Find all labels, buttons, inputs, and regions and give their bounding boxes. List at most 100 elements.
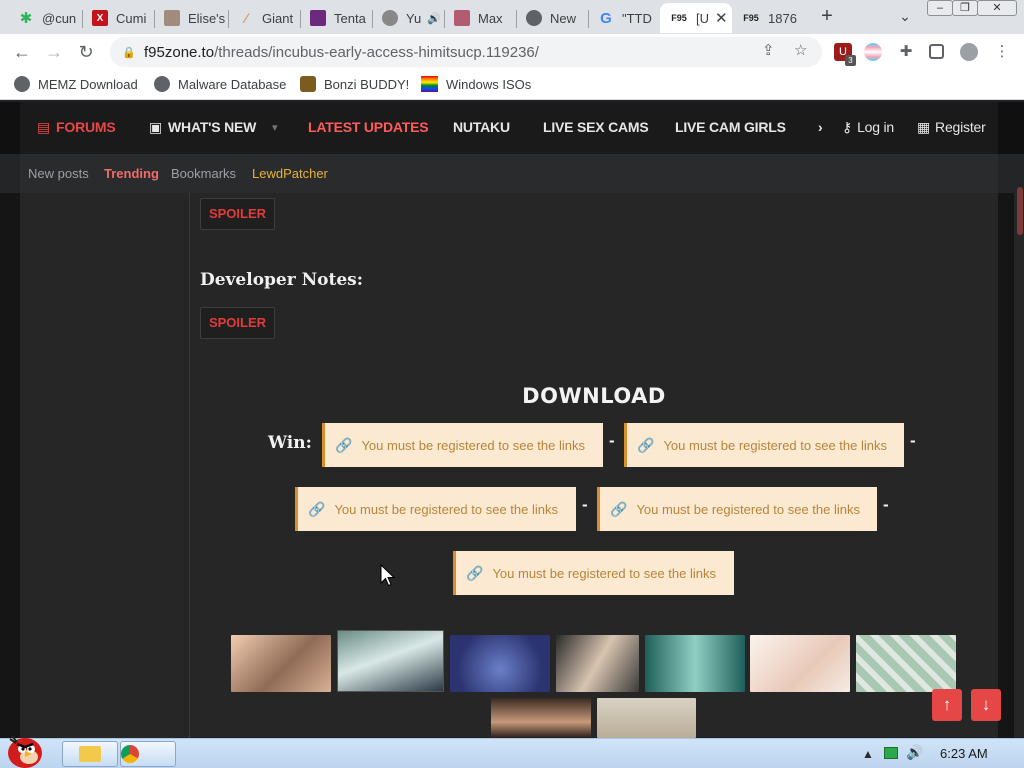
screenshot-thumbnail[interactable] xyxy=(597,698,696,738)
address-bar[interactable]: 🔒 f95zone.to/threads/incubus-early-acces… xyxy=(110,37,822,67)
post-user-sidebar xyxy=(20,193,190,738)
windows-icon xyxy=(421,76,438,92)
sub-nav-bar xyxy=(20,154,998,193)
bookmark-label: Bonzi BUDDY! xyxy=(324,76,410,92)
link-text: You must be registered to see the links xyxy=(361,437,585,453)
scroll-to-bottom-arrow-down-icon[interactable]: ↓ xyxy=(971,689,1001,721)
tab-title: [U xyxy=(696,10,709,26)
tab-title: Giant xyxy=(262,10,294,26)
tab-7[interactable]: Max xyxy=(444,3,516,33)
key-icon: ⚷ xyxy=(842,119,853,135)
folder-icon xyxy=(79,746,101,762)
sub-nav: New posts Trending Bookmarks LewdPatcher xyxy=(0,154,1024,193)
screenshot-thumbnail[interactable] xyxy=(491,698,591,738)
screenshot-thumbnail[interactable] xyxy=(645,635,745,692)
reload-icon[interactable]: ↻ xyxy=(74,40,98,64)
tab-search-chevron-icon[interactable]: ⌄ xyxy=(894,5,916,27)
thumbnail-icon xyxy=(164,10,180,26)
scroll-to-top-arrow-up-icon[interactable]: ↑ xyxy=(932,689,962,721)
start-button-angry-bird-icon[interactable] xyxy=(2,731,48,768)
url-text[interactable]: f95zone.to/threads/incubus-early-access-… xyxy=(144,44,539,61)
side-panel-icon[interactable] xyxy=(929,44,944,59)
registered-link[interactable]: 🔗 You must be registered to see the links xyxy=(322,423,603,467)
subnav-new-posts[interactable]: New posts xyxy=(28,166,89,181)
nav-login[interactable]: ⚷ Log in xyxy=(842,119,894,136)
kebab-menu-icon[interactable]: ⋮ xyxy=(993,43,1011,61)
share-icon[interactable]: ⇪ xyxy=(762,41,775,59)
spoiler-button[interactable]: SPOILER xyxy=(200,307,275,339)
avatar-icon xyxy=(382,10,398,26)
chevron-down-icon[interactable]: ▾ xyxy=(272,121,278,134)
google-icon: G xyxy=(600,9,612,27)
tab-4[interactable]: ⁄ Giant xyxy=(228,3,300,33)
bookmark-windows-isos[interactable]: Windows ISOs xyxy=(421,76,531,92)
screenshot-thumbnail[interactable] xyxy=(750,635,850,692)
chevron-right-icon[interactable]: › xyxy=(818,119,823,135)
nav-latest-updates[interactable]: LATEST UPDATES xyxy=(308,119,429,135)
subnav-trending[interactable]: Trending xyxy=(104,166,159,181)
tab-6[interactable]: Yu 🔊 xyxy=(372,3,444,33)
bookmark-bonzi-buddy[interactable]: Bonzi BUDDY! xyxy=(300,76,409,92)
screenshot-thumbnail[interactable] xyxy=(556,635,639,692)
screenshot-thumbnail[interactable] xyxy=(337,630,444,692)
brush-icon: ⁄ xyxy=(244,10,248,26)
nav-live-cam-girls[interactable]: LIVE CAM GIRLS xyxy=(675,119,786,135)
screenshot-thumbnail[interactable] xyxy=(856,635,956,692)
tab-title: Tenta xyxy=(334,10,366,26)
site-header: ▤ FORUMS ▣ WHAT'S NEW ▾ LATEST UPDATES NUT… xyxy=(0,102,1024,154)
taskbar-explorer-button[interactable] xyxy=(62,741,118,767)
network-icon[interactable] xyxy=(884,747,898,759)
thumbnail-icon xyxy=(310,10,326,26)
nav-forums[interactable]: ▤ FORUMS xyxy=(37,119,116,136)
minimize-button[interactable]: – xyxy=(927,0,953,16)
registered-link[interactable]: 🔗 You must be registered to see the links xyxy=(597,487,877,531)
nav-live-sex-cams[interactable]: LIVE SEX CAMS xyxy=(543,119,649,135)
link-text: You must be registered to see the links xyxy=(334,501,558,517)
nav-whats-new[interactable]: ▣ WHAT'S NEW xyxy=(149,119,256,136)
bookmark-memz[interactable]: MEMZ Download xyxy=(14,76,138,92)
tab-5[interactable]: Tenta xyxy=(300,3,372,33)
tab-10-active[interactable]: F95 [U ✕ xyxy=(660,3,732,33)
spoiler-button[interactable]: SPOILER xyxy=(200,198,275,230)
bookmark-malware-database[interactable]: Malware Database xyxy=(154,76,286,92)
show-hidden-icons-chevron-up-icon[interactable]: ▲ xyxy=(862,747,874,761)
tab-8[interactable]: New xyxy=(516,3,588,33)
screenshot-thumbnail[interactable] xyxy=(231,635,331,692)
mouse-cursor-icon xyxy=(380,564,396,587)
registered-link[interactable]: 🔗 You must be registered to see the links xyxy=(624,423,904,467)
flag-extension-icon[interactable] xyxy=(864,43,882,61)
tab-9[interactable]: G "TTD xyxy=(588,3,660,33)
volume-icon[interactable]: 🔊 xyxy=(906,744,923,761)
tab-title: New xyxy=(550,10,577,26)
tab-2[interactable]: X Cumi xyxy=(82,3,154,33)
new-tab-button[interactable]: + xyxy=(816,5,838,27)
taskbar-clock[interactable]: 6:23 AM xyxy=(940,746,988,761)
maximize-button[interactable]: ❐ xyxy=(952,0,978,16)
globe-icon xyxy=(526,10,542,26)
subnav-lewdpatcher[interactable]: LewdPatcher xyxy=(252,166,328,181)
close-tab-icon[interactable]: ✕ xyxy=(715,9,728,27)
tab-title: @cun xyxy=(42,10,77,26)
link-chain-icon: 🔗 xyxy=(308,500,326,517)
forward-arrow-icon[interactable]: → xyxy=(42,40,66,64)
registered-link[interactable]: 🔗 You must be registered to see the links xyxy=(453,551,734,595)
scrollbar[interactable] xyxy=(1014,193,1024,738)
close-window-button[interactable]: ✕ xyxy=(977,0,1017,16)
browser-window: { "tabs": [ {"title": "@cun", "icon": "c… xyxy=(0,0,1024,768)
puzzle-extensions-icon[interactable]: ✚ xyxy=(897,43,915,61)
tab-1[interactable]: ✱ @cun xyxy=(8,3,80,33)
nav-register[interactable]: ▦ Register xyxy=(917,119,986,136)
subnav-bookmarks[interactable]: Bookmarks xyxy=(171,166,236,181)
tab-11[interactable]: F95 1876 xyxy=(732,3,804,33)
thumbnail-icon xyxy=(454,10,470,26)
registered-link[interactable]: 🔗 You must be registered to see the links xyxy=(295,487,576,531)
back-arrow-icon[interactable]: ← xyxy=(10,40,34,64)
forums-icon: ▤ xyxy=(37,119,51,135)
bookmark-star-icon[interactable]: ☆ xyxy=(794,41,807,59)
screenshot-thumbnail[interactable] xyxy=(450,635,550,692)
scrollbar-thumb[interactable] xyxy=(1017,187,1023,235)
profile-avatar-icon[interactable] xyxy=(960,43,978,61)
taskbar-chrome-button[interactable] xyxy=(120,741,176,767)
nav-nutaku[interactable]: NUTAKU xyxy=(453,119,510,135)
tab-3[interactable]: Elise's xyxy=(154,3,228,33)
